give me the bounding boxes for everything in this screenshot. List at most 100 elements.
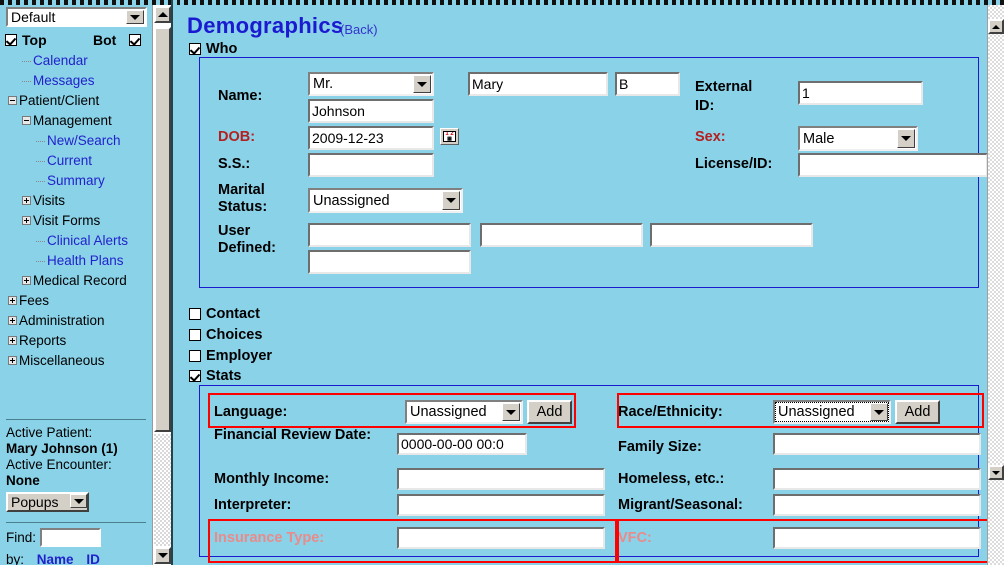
family-size-label: Family Size: (618, 439, 702, 455)
sidebar-item-label[interactable]: New/Search (47, 133, 121, 148)
employer-checkbox[interactable] (189, 350, 201, 362)
sidebar-item-patient-client[interactable]: Patient/Client (0, 91, 150, 111)
sidebar-scrollbar-thumb[interactable] (154, 27, 171, 432)
sidebar-item-visits[interactable]: Visits (0, 191, 150, 211)
race-add-button[interactable]: Add (895, 400, 940, 424)
sidebar-item-calendar[interactable]: Calendar (0, 51, 150, 71)
expand-plus-icon[interactable] (22, 276, 31, 285)
back-link[interactable]: (Back) (340, 22, 378, 37)
bot-checkbox[interactable] (129, 34, 141, 46)
section-toggle-who[interactable]: Who (189, 41, 237, 57)
section-toggle-stats[interactable]: Stats (189, 368, 241, 384)
page-scroll-up-icon[interactable] (988, 19, 1004, 34)
popups-select[interactable]: Popups (6, 492, 89, 512)
sidebar-item-health-plans[interactable]: Health Plans (0, 251, 150, 271)
title-select[interactable]: Mr. (308, 72, 434, 96)
expand-plus-icon[interactable] (22, 216, 31, 225)
sidebar-item-current[interactable]: Current (0, 151, 150, 171)
sidebar-item-label[interactable]: Messages (33, 73, 95, 88)
page-scrollbar[interactable] (987, 5, 1004, 565)
chevron-down-icon[interactable] (413, 75, 431, 93)
chevron-down-icon[interactable] (126, 10, 144, 24)
section-toggle-contact[interactable]: Contact (189, 306, 260, 322)
marital-status-value: Unassigned (313, 192, 390, 209)
section-toggle-employer[interactable]: Employer (189, 348, 272, 364)
contact-checkbox[interactable] (189, 308, 201, 320)
sidebar-item-miscellaneous[interactable]: Miscellaneous (0, 351, 150, 371)
user-defined-input-2[interactable] (480, 223, 643, 247)
page-scroll-down-icon[interactable] (988, 465, 1004, 480)
sidebar-item-messages[interactable]: Messages (0, 71, 150, 91)
financial-review-input[interactable]: 0000-00-00 00:0 (397, 433, 527, 455)
user-defined-input-1[interactable] (308, 223, 471, 247)
sidebar-item-reports[interactable]: Reports (0, 331, 150, 351)
chevron-down-icon[interactable] (897, 129, 915, 148)
expand-plus-icon[interactable] (8, 296, 17, 305)
collapse-minus-icon[interactable] (8, 96, 17, 105)
collapse-minus-icon[interactable] (22, 116, 31, 125)
section-toggle-choices[interactable]: Choices (189, 327, 262, 343)
sidebar-item-clinical-alerts[interactable]: Clinical Alerts (0, 231, 150, 251)
last-name-input[interactable]: Johnson (308, 99, 434, 123)
who-checkbox[interactable] (189, 43, 201, 55)
external-id-input[interactable]: 1 (798, 81, 923, 105)
sidebar-item-new-search[interactable]: New/Search (0, 131, 150, 151)
sidebar-item-label[interactable]: Clinical Alerts (47, 233, 128, 248)
find-by-name-link[interactable]: Name (37, 552, 74, 565)
sex-select[interactable]: Male (798, 126, 918, 151)
scroll-up-arrow-icon[interactable] (154, 6, 171, 23)
marital-status-select[interactable]: Unassigned (308, 188, 463, 213)
monthly-income-input[interactable] (397, 468, 605, 490)
sidebar-item-summary[interactable]: Summary (0, 171, 150, 191)
language-select[interactable]: Unassigned (405, 400, 523, 424)
migrant-input[interactable] (773, 494, 981, 516)
vfc-input[interactable] (773, 527, 981, 549)
view-select[interactable]: Default (6, 7, 147, 27)
license-input[interactable] (798, 153, 987, 177)
sidebar-scrollbar-track[interactable] (154, 434, 171, 546)
sidebar-item-fees[interactable]: Fees (0, 291, 150, 311)
homeless-input[interactable] (773, 468, 981, 490)
chevron-down-icon[interactable] (442, 191, 460, 210)
calendar-picker-icon[interactable]: 1 2 ▦ (440, 128, 459, 145)
dob-input[interactable]: 2009-12-23 (308, 126, 434, 150)
sidebar-item-label[interactable]: Summary (47, 173, 105, 188)
choices-checkbox[interactable] (189, 329, 201, 341)
bot-label: Bot (93, 32, 117, 48)
race-ethnicity-select[interactable]: Unassigned (773, 400, 891, 424)
active-encounter-value: None (6, 473, 40, 488)
sidebar-item-label[interactable]: Health Plans (47, 253, 124, 268)
middle-name-input[interactable]: B (615, 72, 680, 96)
chevron-down-icon[interactable] (70, 494, 87, 508)
family-size-input[interactable] (773, 433, 981, 455)
expand-plus-icon[interactable] (8, 356, 17, 365)
sidebar-item-medical-record[interactable]: Medical Record (0, 271, 150, 291)
stats-checkbox[interactable] (189, 370, 201, 382)
sidebar-item-visit-forms[interactable]: Visit Forms (0, 211, 150, 231)
expand-plus-icon[interactable] (22, 196, 31, 205)
insurance-type-input[interactable] (397, 527, 605, 549)
chevron-down-icon[interactable] (870, 403, 888, 421)
sidebar-item-label[interactable]: Current (47, 153, 92, 168)
sidebar-item-administration[interactable]: Administration (0, 311, 150, 331)
sidebar-scrollbar[interactable] (152, 5, 171, 565)
scroll-down-arrow-icon[interactable] (154, 547, 171, 564)
vfc-label: VFC: (618, 530, 652, 546)
expand-plus-icon[interactable] (8, 316, 17, 325)
expand-plus-icon[interactable] (8, 336, 17, 345)
interpreter-input[interactable] (397, 494, 605, 516)
user-defined-input-4[interactable] (308, 250, 471, 274)
user-defined-input-3[interactable] (650, 223, 813, 247)
ss-input[interactable] (308, 153, 434, 177)
first-name-input[interactable]: Mary (468, 72, 608, 96)
sidebar-item-label: Reports (19, 333, 67, 348)
find-by-id-link[interactable]: ID (86, 552, 100, 565)
find-input[interactable] (40, 528, 101, 547)
sidebar-item-label[interactable]: Calendar (33, 53, 88, 68)
external-id-label: External ID: (695, 79, 753, 114)
sidebar-item-management[interactable]: Management (0, 111, 150, 131)
chevron-down-icon[interactable] (502, 403, 520, 421)
top-checkbox[interactable] (5, 34, 17, 46)
language-add-button[interactable]: Add (527, 400, 572, 424)
language-value: Unassigned (410, 404, 487, 420)
